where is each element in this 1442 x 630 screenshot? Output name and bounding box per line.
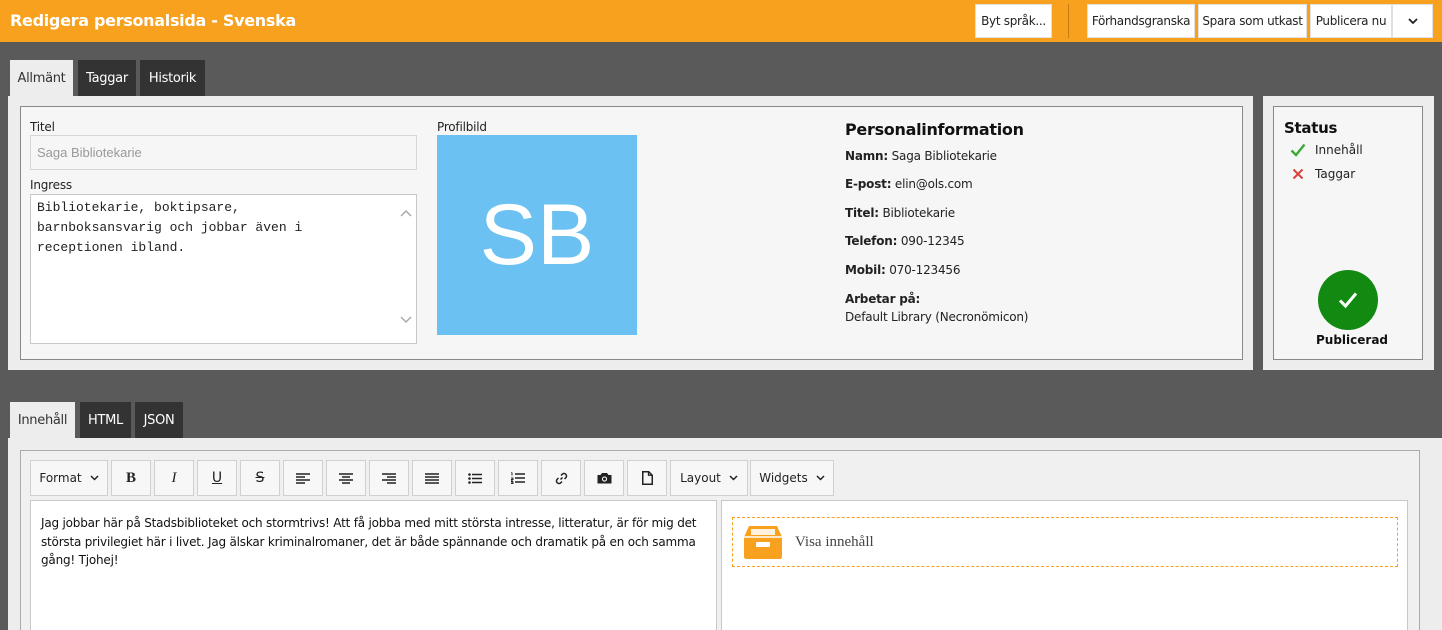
publish-button[interactable]: Publicera nu (1310, 4, 1392, 38)
chevron-down-icon (1407, 17, 1418, 24)
align-left-button[interactable] (283, 460, 323, 496)
page-title: Redigera personalsida - Svenska (10, 11, 296, 30)
strikethrough-button[interactable]: S (240, 460, 280, 496)
numbered-list-button[interactable] (498, 460, 538, 496)
link-icon (555, 472, 567, 484)
lead-textarea[interactable]: Bibliotekarie, boktipsare, barnboksansva… (30, 194, 417, 344)
published-indicator (1318, 270, 1378, 330)
underline-button[interactable]: U (197, 460, 237, 496)
bold-button[interactable]: B (111, 460, 151, 496)
toolbar-divider (1068, 4, 1069, 38)
scroll-up-icon[interactable] (400, 209, 412, 217)
status-heading: Status (1284, 119, 1338, 137)
show-content-widget[interactable]: Visa innehåll (732, 517, 1398, 567)
format-dropdown[interactable]: Format (30, 460, 108, 496)
top-bar: Redigera personalsida - Svenska Byt språ… (0, 0, 1442, 42)
pi-works-at-label: Arbetar på: (845, 292, 921, 306)
published-label: Publicerad (1316, 333, 1389, 347)
align-left-icon (296, 472, 310, 484)
align-center-icon (339, 472, 353, 484)
save-draft-button[interactable]: Spara som utkast (1198, 4, 1307, 38)
tab-content[interactable]: Innehåll (10, 402, 75, 438)
pi-works-at-value: Default Library (Necronömicon) (845, 310, 1029, 324)
tab-history[interactable]: Historik (140, 60, 205, 96)
personal-info-heading: Personalinformation (845, 120, 1024, 139)
widget-label: Visa innehåll (795, 533, 874, 550)
status-item-tags: Taggar (1292, 167, 1355, 181)
title-label: Titel (30, 120, 55, 134)
document-button[interactable] (627, 460, 667, 496)
scroll-down-icon[interactable] (400, 316, 412, 324)
chevron-down-icon (816, 475, 825, 481)
bullet-list-icon (468, 472, 482, 484)
avatar[interactable]: SB (437, 135, 637, 335)
widget-area: Visa innehåll (721, 500, 1408, 630)
change-language-button[interactable]: Byt språk... (975, 4, 1052, 38)
title-input[interactable]: Saga Bibliotekarie (30, 135, 417, 170)
pi-title: Titel: Bibliotekarie (845, 206, 955, 220)
image-button[interactable] (584, 460, 624, 496)
check-icon (1290, 143, 1306, 157)
cross-icon (1292, 168, 1304, 180)
archive-box-icon (744, 526, 782, 559)
widgets-dropdown[interactable]: Widgets (750, 460, 834, 496)
tab-html[interactable]: HTML (80, 402, 131, 438)
align-center-button[interactable] (326, 460, 366, 496)
link-button[interactable] (541, 460, 581, 496)
numbered-list-icon (511, 472, 525, 484)
profile-image-label: Profilbild (437, 120, 487, 134)
pi-mobile: Mobil: 070-123456 (845, 263, 961, 277)
pi-name: Namn: Saga Bibliotekarie (845, 149, 997, 163)
align-right-icon (382, 472, 396, 484)
status-item-content: Innehåll (1290, 143, 1363, 157)
camera-icon (597, 473, 611, 484)
document-icon (641, 471, 653, 485)
align-justify-icon (425, 472, 439, 484)
chevron-down-icon (729, 475, 738, 481)
content-editor[interactable]: Jag jobbar här på Stadsbiblioteket och s… (30, 500, 717, 630)
pi-phone: Telefon: 090-12345 (845, 234, 965, 248)
chevron-down-icon (90, 475, 99, 481)
align-right-button[interactable] (369, 460, 409, 496)
preview-button[interactable]: Förhandsgranska (1087, 4, 1195, 38)
lead-label: Ingress (30, 178, 72, 192)
publish-options-button[interactable] (1392, 4, 1433, 38)
tab-tags[interactable]: Taggar (78, 60, 136, 96)
align-justify-button[interactable] (412, 460, 452, 496)
bullet-list-button[interactable] (455, 460, 495, 496)
layout-dropdown[interactable]: Layout (670, 460, 748, 496)
lead-text: Bibliotekarie, boktipsare, barnboksansva… (37, 200, 303, 255)
check-icon (1338, 292, 1358, 309)
italic-button[interactable]: I (154, 460, 194, 496)
tab-general[interactable]: Allmänt (10, 60, 73, 96)
tab-json[interactable]: JSON (135, 402, 183, 438)
pi-email: E-post: elin@ols.com (845, 177, 973, 191)
